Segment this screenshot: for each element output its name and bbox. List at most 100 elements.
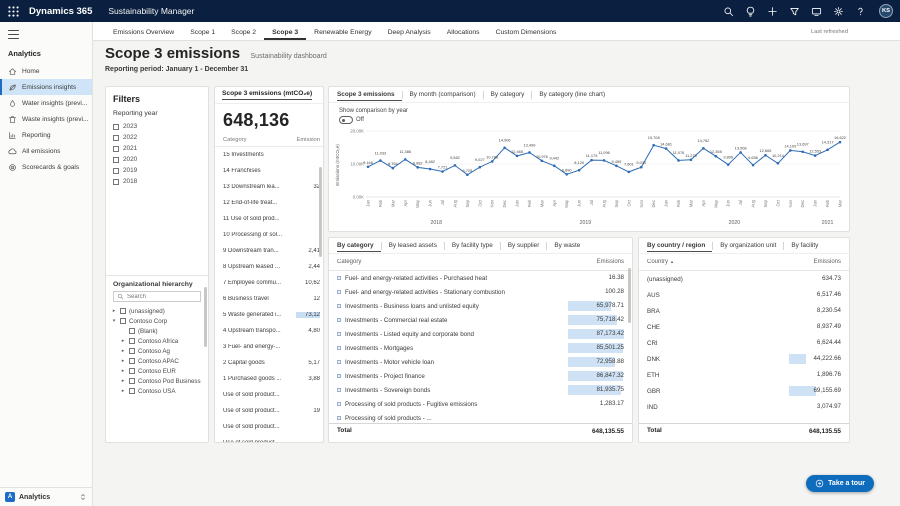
caret-icon[interactable]: ▾ [111, 318, 117, 324]
checkbox[interactable] [113, 168, 119, 174]
caret-icon[interactable]: ▸ [111, 308, 117, 314]
tree-item-contoso-ag[interactable]: ▸Contoso Ag [106, 346, 208, 356]
checkbox[interactable] [120, 308, 126, 314]
kpi-table-row[interactable]: 11 Use of sold prod... [215, 211, 323, 227]
take-a-tour-button[interactable]: Take a tour [806, 475, 874, 492]
kpi-col-category[interactable]: Category [223, 137, 296, 143]
checkbox[interactable] [113, 146, 119, 152]
col-emissions[interactable]: Emissions [789, 257, 841, 267]
chart-tab-by-category-line-chart[interactable]: By category (line chart) [532, 91, 612, 98]
tab-custom-dimensions[interactable]: Custom Dimensions [488, 25, 565, 40]
filter-year-2022[interactable]: 2022 [106, 132, 208, 143]
brand-dynamics-365[interactable]: Dynamics 365 [29, 6, 92, 17]
kpi-table-row[interactable]: 12 End-of-life treat... [215, 195, 323, 211]
filter-year-2021[interactable]: 2021 [106, 143, 208, 154]
category-row[interactable]: Investments - Motor vehicle loan72,958.8… [329, 355, 632, 369]
kpi-table-row[interactable]: Use of sold product... [215, 419, 323, 435]
sidebar-item-waste-insights-previ[interactable]: Waste insights (previ... [0, 111, 92, 127]
kpi-table-row[interactable]: 8 Upstream leased ...2,44 [215, 259, 323, 275]
country-row[interactable]: CHE8,937.49 [639, 319, 849, 335]
checkbox[interactable] [129, 328, 135, 334]
col-category[interactable]: Category [337, 259, 568, 265]
org-search-input[interactable] [127, 294, 197, 300]
caret-icon[interactable]: ▸ [120, 338, 126, 344]
sidebar-item-home[interactable]: Home [0, 63, 92, 79]
country-row[interactable]: IND3,074.97 [639, 399, 849, 415]
caret-icon[interactable]: ▸ [120, 388, 126, 394]
kpi-table-row[interactable]: 14 Franchises [215, 163, 323, 179]
checkbox[interactable] [129, 358, 135, 364]
country-tab-by-organization-unit[interactable]: By organization unit [713, 242, 783, 249]
tab-deep-analysis[interactable]: Deep Analysis [380, 25, 439, 40]
kpi-table-row[interactable]: 4 Upstream transpo...4,80 [215, 323, 323, 339]
country-row[interactable]: AUS6,517.46 [639, 287, 849, 303]
category-row[interactable]: Processing of sold products - Fugitive e… [329, 397, 632, 411]
kpi-card-tab[interactable]: Scope 3 emissions (mtCO₂e) [222, 90, 312, 100]
checkbox[interactable] [120, 318, 126, 324]
filter-icon[interactable] [789, 6, 800, 17]
kpi-table-row[interactable]: 15 Investments [215, 147, 323, 163]
category-tab-by-facility-type[interactable]: By facility type [445, 242, 500, 249]
country-tab-by-country-region[interactable]: By country / region [647, 242, 712, 252]
caret-icon[interactable]: ▸ [120, 378, 126, 384]
tree-item-blank[interactable]: ▸(Blank) [106, 326, 208, 336]
emissions-line-chart[interactable]: 0.00K10.00K20.00KEmissions (mtCO₂e)9,166… [332, 125, 846, 229]
chart-tab-by-month-comparison[interactable]: By month (comparison) [403, 91, 483, 98]
category-row[interactable]: Investments - Listed equity and corporat… [329, 327, 632, 341]
add-icon[interactable] [767, 6, 778, 17]
tab-emissions-overview[interactable]: Emissions Overview [105, 25, 182, 40]
kpi-table-row[interactable]: Use of sold product... [215, 435, 323, 443]
category-tab-by-leased-assets[interactable]: By leased assets [382, 242, 444, 249]
checkbox[interactable] [129, 348, 135, 354]
checkbox[interactable] [129, 378, 135, 384]
country-row[interactable]: BRA8,230.54 [639, 303, 849, 319]
avatar[interactable]: KS [879, 4, 893, 18]
country-tab-by-facility[interactable]: By facility [784, 242, 825, 249]
caret-icon[interactable]: ▸ [120, 348, 126, 354]
checkbox[interactable] [129, 338, 135, 344]
toggle-switch[interactable] [339, 116, 353, 124]
scrollbar[interactable] [628, 268, 631, 323]
scrollbar[interactable] [319, 167, 322, 257]
hamburger-menu-icon[interactable] [8, 30, 19, 39]
filter-year-2023[interactable]: 2023 [106, 121, 208, 132]
caret-icon[interactable]: ▸ [120, 358, 126, 364]
area-switcher[interactable]: A Analytics [0, 487, 92, 506]
comparison-toggle[interactable]: Off [339, 116, 364, 124]
tree-item-unassigned[interactable]: ▸(unassigned) [106, 306, 208, 316]
kpi-table-row[interactable]: 6 Business travel12 [215, 291, 323, 307]
country-row[interactable]: DNK44,222.66 [639, 351, 849, 367]
kpi-table-row[interactable]: 3 Fuel- and energy-... [215, 339, 323, 355]
col-emissions[interactable]: Emissions [568, 257, 624, 267]
checkbox[interactable] [113, 135, 119, 141]
tab-scope-3[interactable]: Scope 3 [264, 25, 306, 40]
tree-item-contoso-pod-business[interactable]: ▸Contoso Pod Business [106, 376, 208, 386]
scrollbar[interactable] [204, 287, 207, 347]
category-row[interactable]: Investments - Mortgages85,501.25 [329, 341, 632, 355]
category-tab-by-category[interactable]: By category [337, 242, 381, 252]
search-icon[interactable] [723, 6, 734, 17]
kpi-table-row[interactable]: 1 Purchased goods ...3,88 [215, 371, 323, 387]
tab-allocations[interactable]: Allocations [439, 25, 488, 40]
tab-scope-2[interactable]: Scope 2 [223, 25, 264, 40]
lightbulb-icon[interactable] [745, 6, 756, 17]
category-row[interactable]: Fuel- and energy-related activities - St… [329, 285, 632, 299]
tree-item-contoso-usa[interactable]: ▸Contoso USA [106, 386, 208, 396]
tab-scope-1[interactable]: Scope 1 [182, 25, 223, 40]
app-name[interactable]: Sustainability Manager [108, 6, 194, 16]
caret-icon[interactable]: ▸ [120, 368, 126, 374]
kpi-table-row[interactable]: 10 Processing of sol... [215, 227, 323, 243]
kpi-table-row[interactable]: Use of sold product... [215, 387, 323, 403]
kpi-table-row[interactable]: 13 Downstream lea...32 [215, 179, 323, 195]
app-launcher-icon[interactable] [7, 5, 20, 18]
sidebar-item-scorecards-goals[interactable]: Scorecards & goals [0, 159, 92, 175]
filter-year-2020[interactable]: 2020 [106, 154, 208, 165]
tree-item-contoso-corp[interactable]: ▾Contoso Corp [106, 316, 208, 326]
checkbox[interactable] [113, 179, 119, 185]
category-tab-by-supplier[interactable]: By supplier [501, 242, 547, 249]
col-country[interactable]: Country▲ [647, 259, 789, 265]
checkbox[interactable] [113, 124, 119, 130]
sidebar-item-reporting[interactable]: Reporting [0, 127, 92, 143]
filter-year-2019[interactable]: 2019 [106, 165, 208, 176]
sidebar-item-water-insights-previ[interactable]: Water insights (previ... [0, 95, 92, 111]
